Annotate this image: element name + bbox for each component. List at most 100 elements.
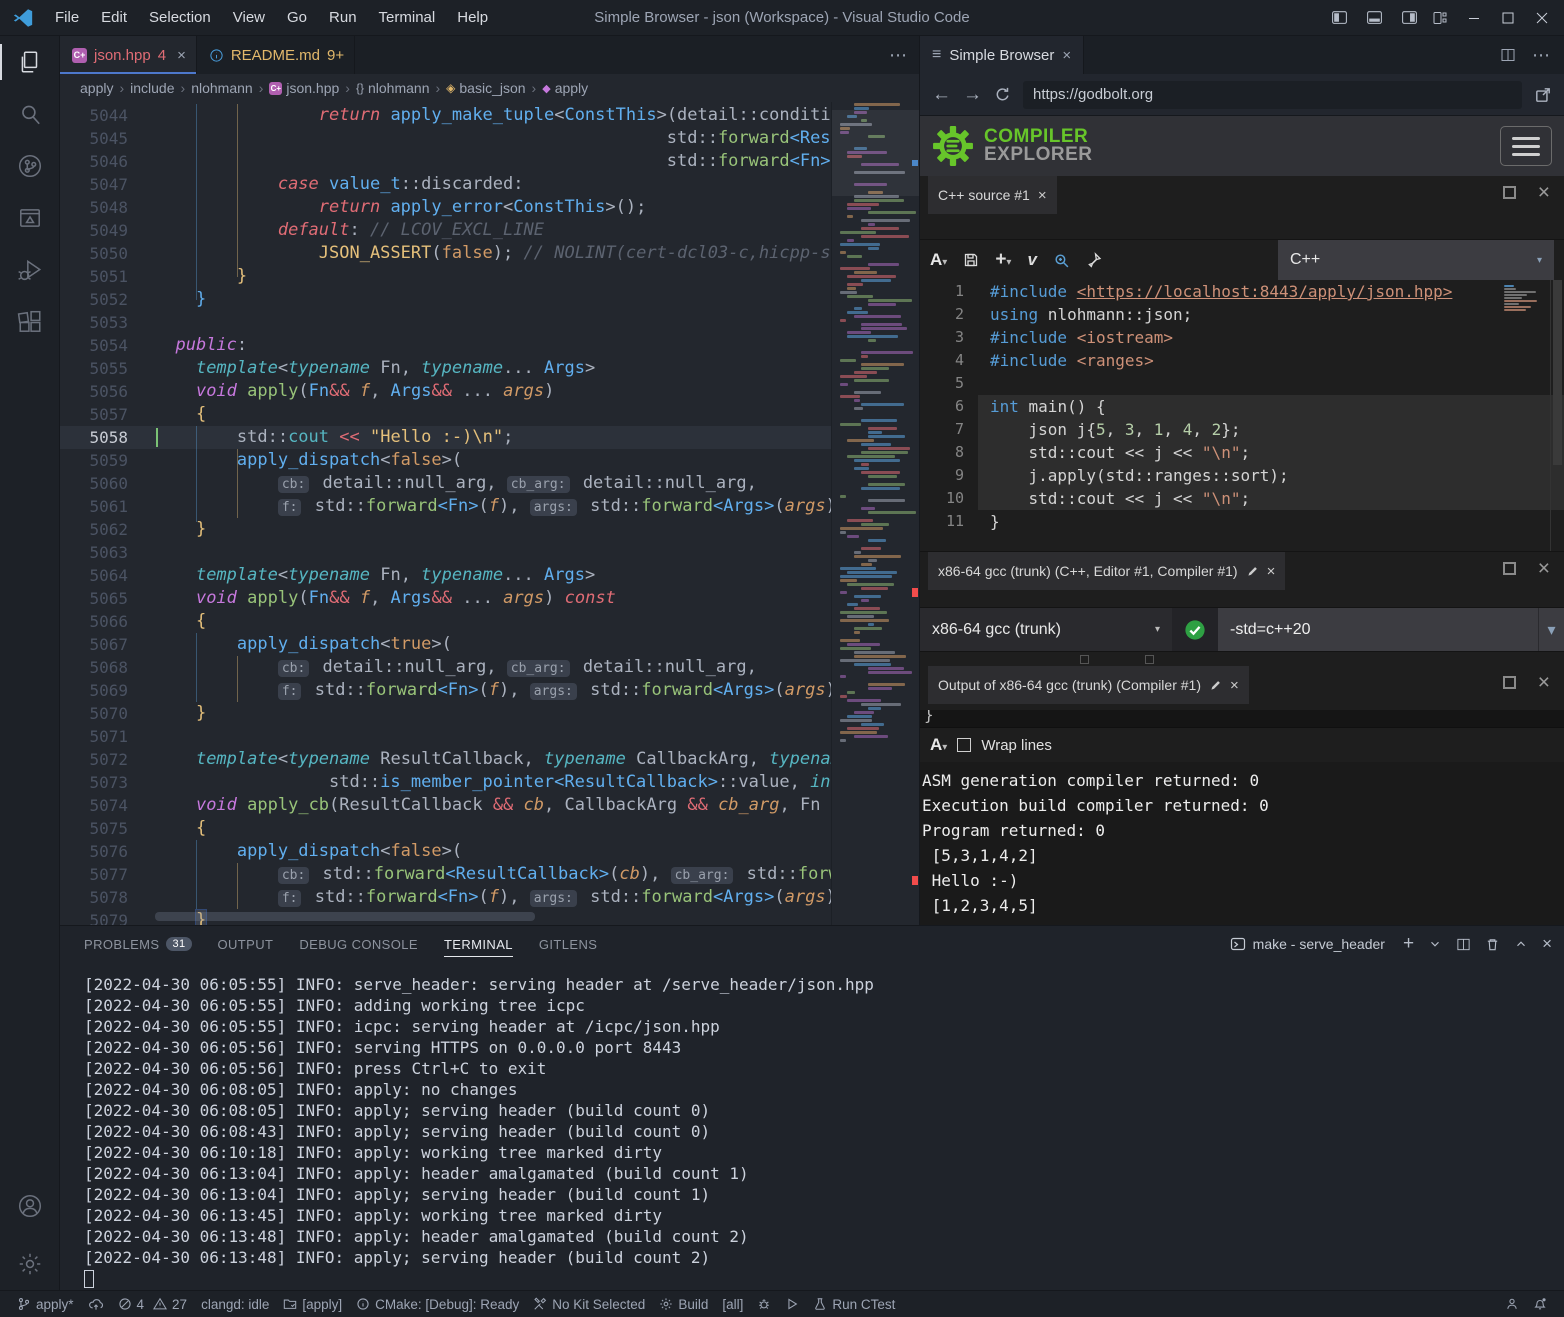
activity-run-debug[interactable]	[0, 244, 60, 296]
rename-icon[interactable]	[1209, 679, 1222, 692]
activity-extensions[interactable]	[0, 296, 60, 348]
menu-go[interactable]: Go	[276, 0, 318, 35]
format-icon[interactable]	[1086, 252, 1102, 268]
panel-tab-gitlens[interactable]: GITLENS	[539, 926, 597, 962]
status-branch[interactable]: apply*	[10, 1297, 81, 1312]
maximize-pane-icon[interactable]	[1503, 562, 1516, 575]
add-pane-button[interactable]: +▾	[995, 249, 1011, 271]
godbolt-scrollbar[interactable]	[1550, 280, 1564, 551]
tab-output[interactable]: Output of x86-64 gcc (trunk) (Compiler #…	[928, 666, 1249, 704]
close-window-button[interactable]	[1534, 10, 1550, 26]
status-tools[interactable]: No Kit Selected	[526, 1297, 652, 1312]
close-pane-icon[interactable]: ×	[1538, 562, 1550, 575]
split-editor-icon[interactable]	[1500, 47, 1516, 63]
status-cloud[interactable]	[81, 1297, 111, 1312]
args-dropdown-icon[interactable]: ▾	[1538, 608, 1564, 651]
menu-run[interactable]: Run	[318, 0, 368, 35]
status-error[interactable]: 4	[111, 1297, 147, 1312]
compiler-select[interactable]: x86-64 gcc (trunk)▾	[920, 608, 1172, 651]
panel-tab-output[interactable]: OUTPUT	[218, 926, 274, 962]
status-clangd-idle[interactable]: clangd: idle	[194, 1297, 276, 1312]
close-icon[interactable]: ×	[1230, 677, 1239, 694]
zoom-search-icon[interactable]	[1053, 252, 1070, 269]
status-gear[interactable]: Build	[652, 1297, 715, 1312]
tab-json-hpp[interactable]: C+ json.hpp 4 ×	[60, 36, 197, 74]
more-actions-icon[interactable]: ⋯	[889, 45, 907, 66]
activity-explorer[interactable]	[0, 36, 60, 88]
minimap[interactable]	[831, 102, 919, 925]
panel-tab-debug-console[interactable]: DEBUG CONSOLE	[299, 926, 418, 962]
reload-icon[interactable]	[994, 86, 1011, 103]
kill-terminal-icon[interactable]	[1485, 937, 1500, 952]
close-panel-icon[interactable]: ×	[1542, 934, 1552, 954]
status-play[interactable]	[778, 1297, 806, 1311]
forward-icon[interactable]: →	[963, 84, 982, 106]
status-folder[interactable]: [apply]	[276, 1297, 349, 1312]
maximize-button[interactable]	[1500, 10, 1516, 26]
status-person[interactable]	[1498, 1297, 1526, 1311]
layout-sidebar-left-icon[interactable]	[1331, 9, 1348, 26]
layout-panel-icon[interactable]	[1366, 9, 1383, 26]
close-pane-icon[interactable]: ×	[1538, 186, 1550, 199]
customize-layout-icon[interactable]	[1432, 10, 1448, 26]
open-external-icon[interactable]	[1534, 86, 1552, 104]
godbolt-source-editor[interactable]: 1#include <https://localhost:8443/apply/…	[920, 280, 1564, 552]
breadcrumb-item-basic_json[interactable]: ◈basic_json	[446, 80, 525, 96]
terminal-dropdown-icon[interactable]	[1428, 937, 1442, 951]
rename-icon[interactable]	[1246, 565, 1259, 578]
breadcrumb-item-include[interactable]: include	[130, 80, 174, 96]
menu-view[interactable]: View	[222, 0, 276, 35]
hamburger-menu-button[interactable]	[1500, 126, 1552, 166]
tab-compiler[interactable]: x86-64 gcc (trunk) (C++, Editor #1, Comp…	[928, 552, 1285, 590]
code-editor[interactable]: 5044 return apply_make_tuple<ConstThis>(…	[60, 102, 919, 925]
menu-file[interactable]: File	[44, 0, 90, 35]
url-input[interactable]: https://godbolt.org	[1023, 81, 1522, 109]
status-warning[interactable]: 27	[146, 1297, 194, 1312]
compiler-args-input[interactable]: -std=c++20	[1218, 608, 1538, 651]
status--all-[interactable]: [all]	[715, 1297, 750, 1312]
language-select[interactable]: C++▾	[1278, 240, 1554, 280]
breadcrumb-item-nlohmann[interactable]: {}nlohmann	[356, 80, 430, 96]
breadcrumb-item-apply[interactable]: ◆apply	[542, 80, 588, 96]
wrap-lines-checkbox[interactable]	[957, 738, 971, 752]
new-terminal-icon[interactable]: +	[1403, 933, 1414, 955]
status-info[interactable]: CMake: [Debug]: Ready	[349, 1297, 526, 1312]
close-pane-icon[interactable]: ×	[1538, 676, 1550, 689]
menu-terminal[interactable]: Terminal	[368, 0, 447, 35]
status-beaker[interactable]: Run CTest	[806, 1297, 902, 1312]
close-icon[interactable]: ×	[1038, 187, 1047, 204]
font-size-button[interactable]: A▾	[930, 735, 947, 755]
menu-selection[interactable]: Selection	[138, 0, 222, 35]
activity-account[interactable]	[0, 1180, 60, 1232]
maximize-pane-icon[interactable]	[1503, 676, 1516, 689]
activity-settings[interactable]	[0, 1238, 60, 1290]
font-size-button[interactable]: A▾	[930, 250, 947, 270]
layout-sidebar-right-icon[interactable]	[1401, 9, 1418, 26]
close-tab-icon[interactable]: ×	[177, 47, 186, 64]
close-tab-icon[interactable]: ×	[1062, 47, 1071, 64]
minimize-button[interactable]	[1466, 10, 1482, 26]
activity-source-control[interactable]	[0, 140, 60, 192]
status-bug[interactable]	[750, 1297, 778, 1311]
tab-simple-browser[interactable]: ≡ Simple Browser ×	[920, 36, 1084, 74]
panel-tab-terminal[interactable]: TERMINAL	[444, 926, 513, 962]
more-actions-icon[interactable]: ⋯	[1532, 45, 1550, 66]
panel-tab-problems[interactable]: PROBLEMS31	[84, 926, 192, 962]
tab-cpp-source[interactable]: C++ source #1 ×	[928, 176, 1057, 214]
horizontal-scrollbar[interactable]	[155, 912, 535, 921]
vim-mode-icon[interactable]: v	[1027, 250, 1036, 270]
activity-search[interactable]	[0, 88, 60, 140]
tab-readme-md[interactable]: README.md 9+	[197, 36, 355, 74]
breadcrumb-item-nlohmann[interactable]: nlohmann	[191, 80, 253, 96]
breadcrumb-item-json.hpp[interactable]: C+json.hpp	[269, 80, 339, 96]
activity-testing[interactable]	[0, 192, 60, 244]
split-terminal-icon[interactable]	[1456, 937, 1471, 952]
maximize-panel-icon[interactable]	[1514, 937, 1528, 951]
maximize-pane-icon[interactable]	[1503, 186, 1516, 199]
back-icon[interactable]: ←	[932, 84, 951, 106]
close-icon[interactable]: ×	[1267, 563, 1276, 580]
breadcrumb-item-apply[interactable]: apply	[80, 80, 113, 96]
menu-help[interactable]: Help	[446, 0, 499, 35]
menu-edit[interactable]: Edit	[90, 0, 138, 35]
save-icon[interactable]	[963, 252, 979, 268]
